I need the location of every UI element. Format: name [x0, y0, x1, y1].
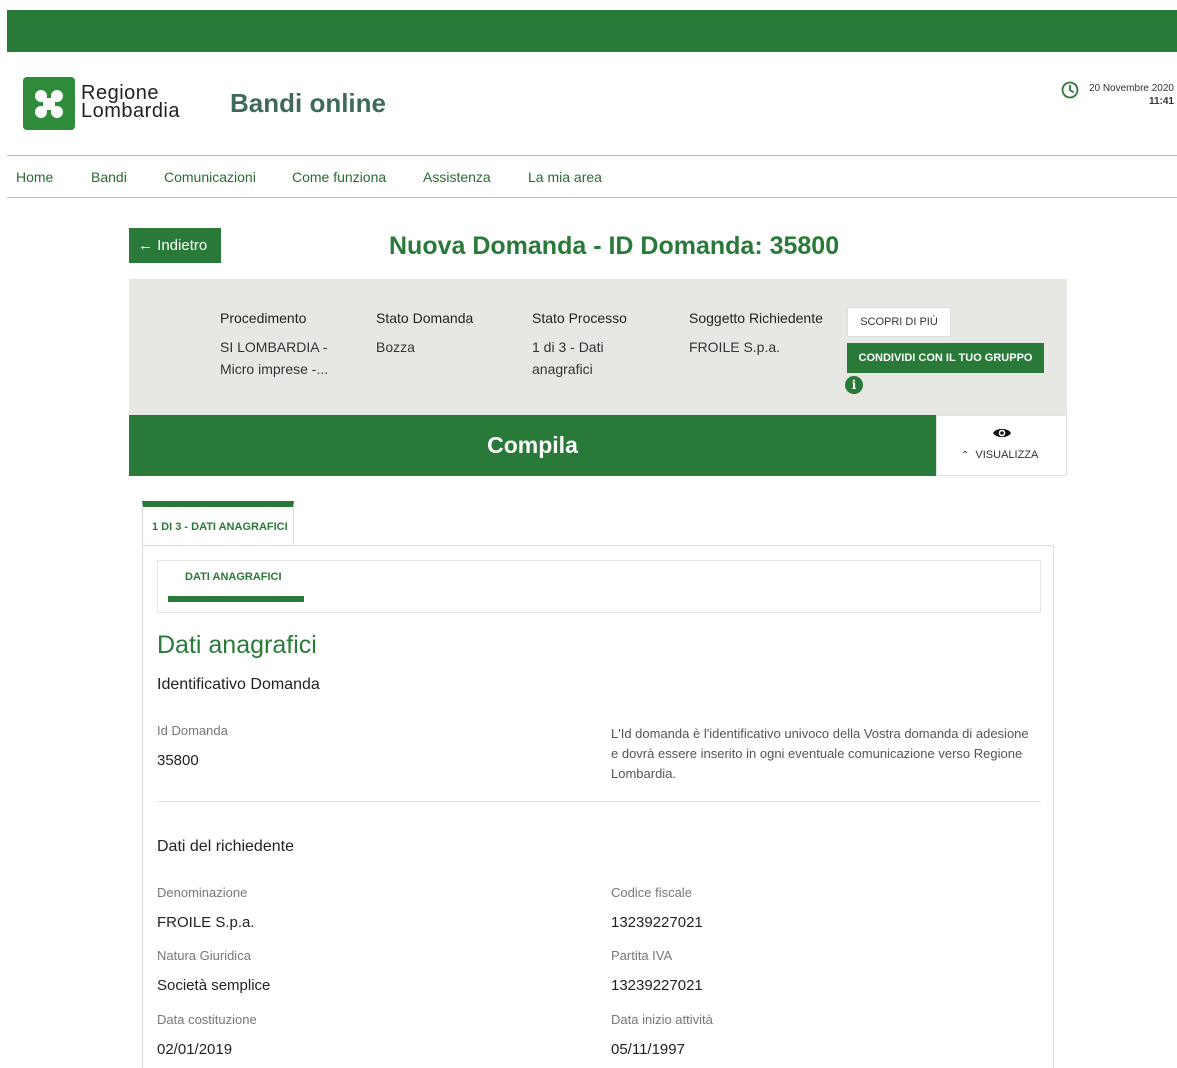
data-inizio-label: Data inizio attività: [611, 1012, 713, 1027]
scopri-di-piu-button[interactable]: SCOPRI DI PIÙ: [847, 307, 951, 337]
logo-text: Regione Lombardia: [81, 83, 181, 122]
section-divider: [157, 801, 1041, 802]
sub-tab-bar: DATI ANAGRAFICI: [157, 560, 1041, 613]
regione-lombardia-logo[interactable]: [23, 77, 75, 130]
nav-item-la-mia-area[interactable]: La mia area: [528, 169, 602, 185]
nav-item-comunicazioni[interactable]: Comunicazioni: [164, 169, 256, 185]
info-icon[interactable]: i: [845, 376, 863, 394]
top-bar: [7, 10, 1177, 52]
back-button[interactable]: ← Indietro: [129, 228, 221, 263]
page-title: Nuova Domanda - ID Domanda: 35800: [389, 232, 840, 260]
procedimento-value: SI LOMBARDIA - Micro imprese -...: [220, 339, 329, 377]
id-domanda-value: 35800: [157, 752, 199, 769]
form-content: DATI ANAGRAFICI Dati anagrafici Identifi…: [142, 545, 1054, 1068]
codice-fiscale-value: 13239227021: [611, 914, 703, 931]
denominazione-value: FROILE S.p.a.: [157, 914, 255, 931]
soggetto-column: Soggetto Richiedente FROILE S.p.a.: [689, 307, 839, 358]
codice-fiscale-label: Codice fiscale: [611, 885, 692, 900]
denominazione-label: Denominazione: [157, 885, 248, 900]
nav-item-come-funziona[interactable]: Come funziona: [292, 169, 386, 185]
data-costituzione-label: Data costituzione: [157, 1012, 257, 1027]
eye-icon: [993, 428, 1011, 438]
current-date: 20 Novembre 2020: [1088, 83, 1174, 94]
richiedente-title: Dati del richiedente: [157, 838, 294, 855]
visualizza-text: VISUALIZZA: [975, 449, 1039, 461]
soggetto-label: Soggetto Richiedente: [689, 310, 823, 326]
compila-tab[interactable]: Compila: [129, 415, 936, 476]
sub-tab-active-indicator: [168, 596, 304, 602]
sub-tab-dati-anagrafici[interactable]: DATI ANAGRAFICI: [185, 571, 282, 583]
stato-domanda-value: Bozza: [376, 339, 415, 355]
stato-domanda-column: Stato Domanda Bozza: [376, 307, 506, 358]
site-header: Regione Lombardia Bandi online 20 Novemb…: [0, 52, 1177, 155]
nav-item-bandi[interactable]: Bandi: [91, 169, 127, 185]
condividi-gruppo-button[interactable]: CONDIVIDI CON IL TUO GRUPPO: [847, 343, 1044, 373]
step-tab-dati-anagrafici[interactable]: 1 DI 3 - DATI ANAGRAFICI: [142, 501, 294, 546]
nav-item-assistenza[interactable]: Assistenza: [423, 169, 491, 185]
logo-line-2: Lombardia: [81, 100, 181, 122]
date-time: 20 Novembre 2020 11:41: [1089, 82, 1174, 108]
id-domanda-label: Id Domanda: [157, 723, 228, 738]
stato-processo-label: Stato Processo: [532, 310, 627, 326]
visualizza-button[interactable]: ⌃ VISUALIZZA: [936, 415, 1067, 476]
soggetto-value: FROILE S.p.a.: [689, 339, 781, 355]
stato-processo-column: Stato Processo 1 di 3 - Dati anagrafici: [532, 307, 642, 380]
identificativo-title: Identificativo Domanda: [157, 676, 320, 693]
data-costituzione-value: 02/01/2019: [157, 1041, 233, 1058]
natura-giuridica-value: Società semplice: [157, 977, 271, 994]
stato-processo-value: 1 di 3 - Dati anagrafici: [532, 339, 604, 377]
partita-iva-label: Partita IVA: [611, 948, 673, 963]
visualizza-label: ⌃ VISUALIZZA: [961, 449, 1038, 461]
main-nav: Home Bandi Comunicazioni Come funziona A…: [7, 155, 1177, 198]
data-inizio-value: 05/11/1997: [611, 1041, 685, 1058]
nav-item-home[interactable]: Home: [16, 169, 53, 185]
logo-mark-icon: [30, 85, 68, 122]
chevron-up-icon: ⌃: [961, 450, 970, 461]
current-time: 11:41: [1148, 96, 1174, 107]
id-domanda-note: L'Id domanda è l'identificativo univoco …: [611, 726, 1029, 781]
clock-icon: [1061, 81, 1079, 99]
natura-giuridica-label: Natura Giuridica: [157, 948, 251, 963]
procedimento-column: Procedimento SI LOMBARDIA - Micro impres…: [220, 307, 350, 380]
section-title: Dati anagrafici: [157, 631, 317, 659]
procedimento-label: Procedimento: [220, 310, 307, 326]
site-title[interactable]: Bandi online: [230, 88, 386, 119]
domanda-info-panel: Procedimento SI LOMBARDIA - Micro impres…: [129, 279, 1067, 415]
partita-iva-value: 13239227021: [611, 977, 703, 994]
stato-domanda-label: Stato Domanda: [376, 310, 474, 326]
